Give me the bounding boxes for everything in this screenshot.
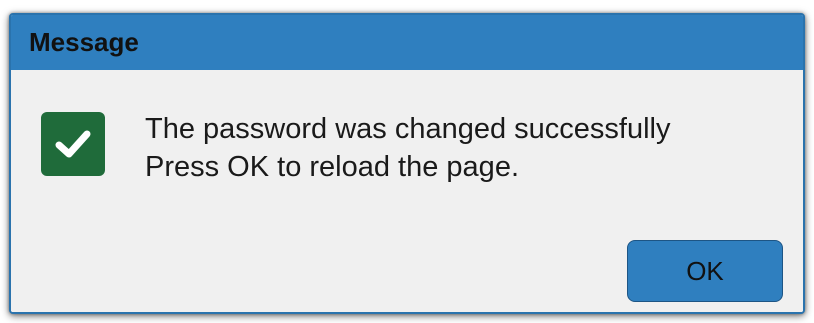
dialog-titlebar: Message bbox=[11, 15, 803, 70]
checkmark-icon bbox=[55, 130, 91, 158]
ok-button[interactable]: OK bbox=[627, 240, 783, 302]
success-check-icon bbox=[41, 112, 105, 176]
message-line-1: The password was changed successfully bbox=[145, 113, 671, 145]
dialog-message: The password was changed successfully Pr… bbox=[145, 110, 670, 186]
dialog-content: The password was changed successfully Pr… bbox=[11, 70, 803, 312]
message-line-2: Press OK to reload the page. bbox=[145, 151, 519, 183]
message-dialog: Message The password was changed success… bbox=[9, 13, 805, 314]
dialog-title: Message bbox=[29, 27, 139, 57]
